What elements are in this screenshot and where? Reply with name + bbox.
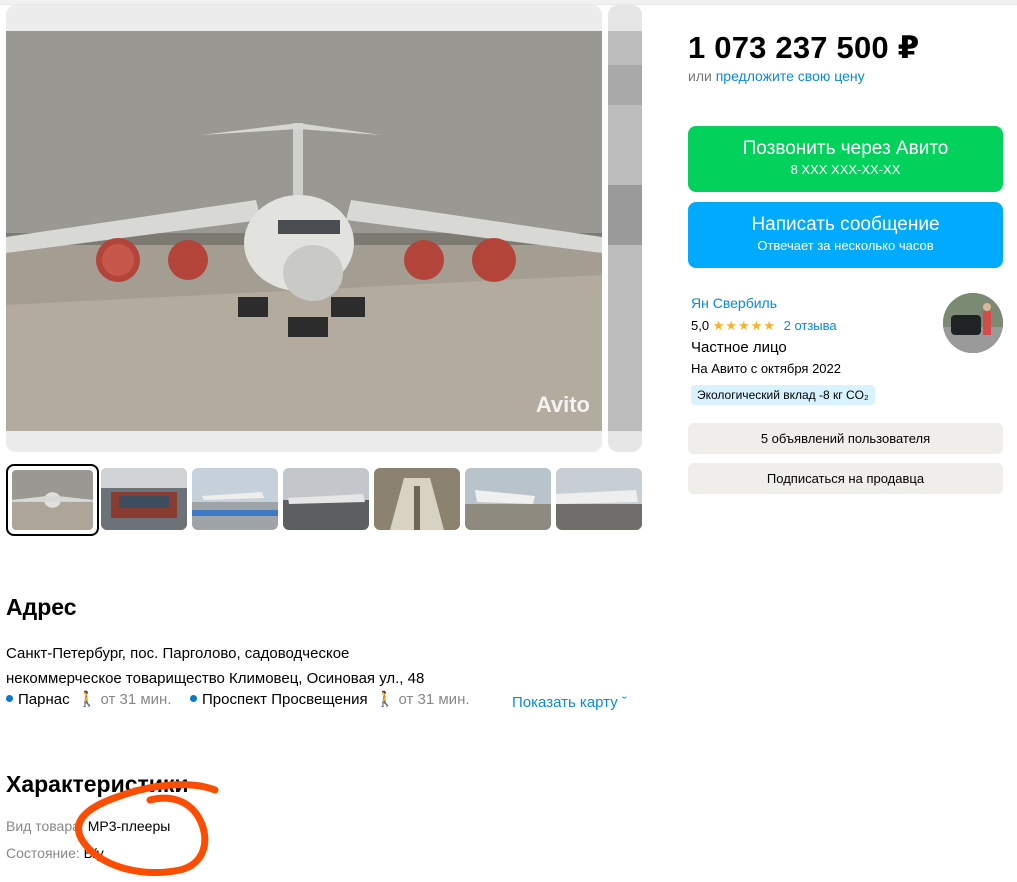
metro-dot-icon — [6, 695, 13, 702]
walk-icon: 🚶 — [375, 691, 395, 708]
thumbnail[interactable] — [374, 468, 460, 530]
address-text: Санкт-Петербург, пос. Парголово, садовод… — [6, 641, 506, 691]
characteristic-row: Состояние: Б/у — [6, 845, 104, 861]
address-line: некоммерческое товарищество Климовец, Ос… — [6, 670, 425, 687]
user-ads-button[interactable]: 5 объявлений пользователя — [688, 423, 1003, 454]
metro-station: Проспект Просвещения 🚶 от 31 мин. — [190, 690, 470, 708]
offer-price-link[interactable]: предложите свою цену — [716, 68, 865, 84]
price: 1 073 237 500 ₽ — [688, 30, 920, 65]
call-button-phone: 8 XXX XXX-XX-XX — [790, 162, 901, 177]
metro-station-name: Проспект Просвещения — [202, 691, 368, 708]
metro-walk-time: от 31 мин. — [100, 691, 172, 708]
show-map-label: Показать карту — [512, 694, 618, 711]
call-button[interactable]: Позвонить через Авито 8 XXX XXX-XX-XX — [688, 126, 1003, 192]
metro-dot-icon — [190, 695, 197, 702]
next-photo-peek[interactable] — [608, 5, 642, 452]
avito-watermark: Avito — [535, 392, 590, 417]
thumbnail[interactable] — [556, 468, 642, 530]
seller-since: На Авито с октября 2022 — [691, 361, 841, 376]
message-button-title: Написать сообщение — [751, 214, 940, 235]
thumbnail[interactable] — [283, 468, 369, 530]
address-line: Санкт-Петербург, пос. Парголово, садовод… — [6, 645, 350, 662]
address-heading: Адрес — [6, 594, 77, 620]
offer-price: или предложите свою цену — [688, 68, 865, 84]
metro-station: Парнас 🚶 от 31 мин. — [6, 690, 172, 708]
metro-station-name: Парнас — [18, 691, 70, 708]
characteristic-key: Вид товара: — [6, 818, 84, 834]
thumbnail-strip — [6, 464, 642, 536]
reviews-link[interactable]: 2 отзыва — [784, 318, 837, 333]
characteristic-value: Б/у — [83, 845, 104, 861]
rating-value: 5,0 — [691, 318, 710, 333]
characteristics-heading: Характеристики — [6, 771, 189, 797]
show-map-link[interactable]: Показать карту ˇ — [512, 694, 627, 711]
characteristic-value: MP3-плееры — [87, 818, 171, 834]
thumbnail[interactable] — [465, 468, 551, 530]
subscribe-button[interactable]: Подписаться на продавца — [688, 463, 1003, 494]
thumbnail[interactable] — [192, 468, 278, 530]
seller-name-link[interactable]: Ян Свербиль — [691, 295, 777, 311]
chevron-down-icon: ˇ — [621, 694, 627, 711]
eco-badge[interactable]: Экологический вклад -8 кг CO₂ — [691, 385, 875, 405]
seller-rating: 5,0 ★★★★★ 2 отзыва — [691, 318, 837, 334]
photo-gallery: Avito — [6, 5, 642, 452]
message-button-subtitle: Отвечает за несколько часов — [757, 238, 934, 253]
walk-icon: 🚶 — [77, 691, 97, 708]
characteristic-row: Вид товара: MP3-плееры — [6, 818, 170, 834]
characteristic-key: Состояние: — [6, 845, 80, 861]
message-button[interactable]: Написать сообщение Отвечает за несколько… — [688, 202, 1003, 268]
thumbnail[interactable] — [101, 468, 187, 530]
thumbnail[interactable] — [6, 464, 99, 536]
seller-type: Частное лицо — [691, 339, 787, 356]
call-button-title: Позвонить через Авито — [742, 138, 949, 159]
seller-avatar[interactable] — [943, 293, 1003, 353]
metro-walk-time: от 31 мин. — [398, 691, 470, 708]
rating-stars-icon: ★★★★★ — [712, 318, 776, 333]
main-photo[interactable]: Avito — [6, 5, 602, 452]
offer-prefix: или — [688, 68, 712, 84]
